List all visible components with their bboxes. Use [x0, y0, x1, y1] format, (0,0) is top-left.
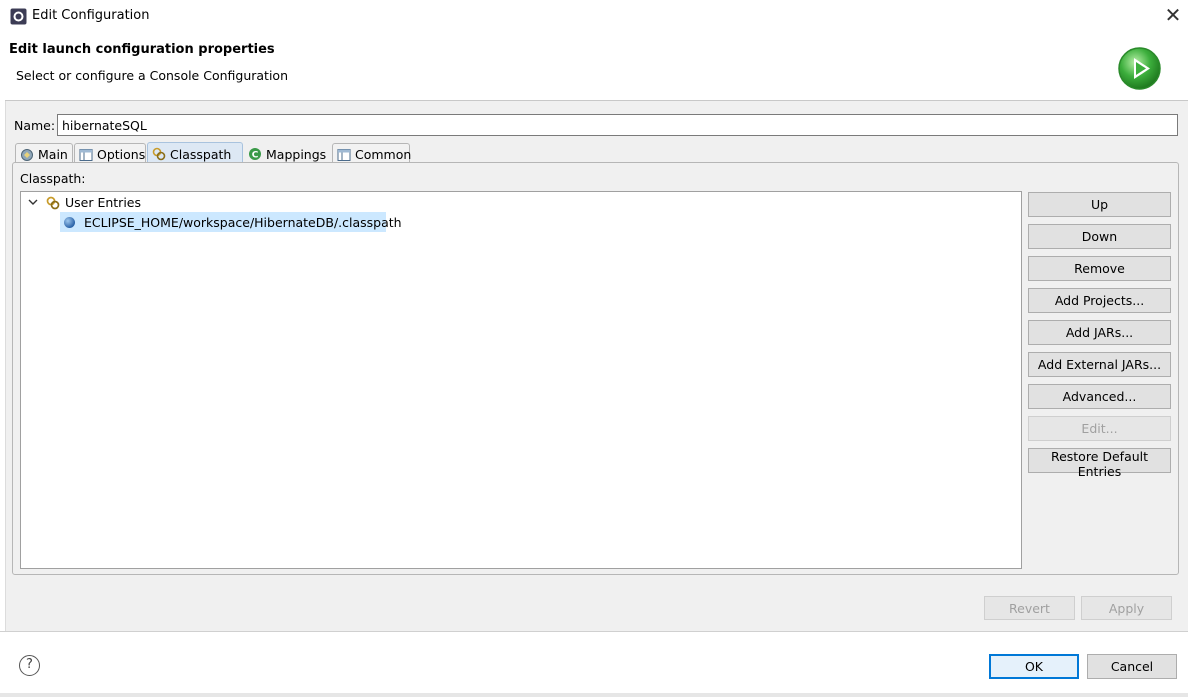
close-icon[interactable]: ✕ [1163, 5, 1183, 25]
tab-common[interactable]: Common [332, 143, 412, 163]
classpath-icon [152, 147, 166, 161]
tab-common-label: Common [355, 147, 412, 162]
tab-main-label: Main [38, 147, 68, 162]
classpath-tree[interactable] [20, 191, 1022, 569]
window-bottom-edge [0, 693, 1188, 697]
banner-title: Edit launch configuration properties [9, 42, 275, 57]
svg-text:C: C [252, 151, 259, 161]
classpath-label: Classpath: [20, 171, 86, 186]
name-input[interactable] [57, 114, 1178, 136]
main-tab-icon [21, 148, 33, 161]
chevron-down-icon[interactable] [27, 196, 39, 208]
bottom-separator [0, 631, 1188, 632]
down-button[interactable]: Down [1028, 224, 1171, 249]
tree-entry[interactable]: ECLIPSE_HOME/workspace/HibernateDB/.clas… [60, 212, 402, 232]
title-bar [0, 0, 1188, 33]
entry-icon [64, 216, 75, 228]
tab-mappings[interactable]: C Mappings [244, 143, 332, 163]
table-icon [337, 148, 351, 161]
tab-main[interactable]: Main [15, 143, 73, 163]
tab-options-label: Options [97, 147, 146, 162]
cancel-button[interactable]: Cancel [1087, 654, 1177, 679]
tree-entry-label: ECLIPSE_HOME/workspace/HibernateDB/.clas… [84, 214, 402, 230]
edit-button[interactable]: Edit... [1028, 416, 1171, 441]
banner-subtitle: Select or configure a Console Configurat… [16, 68, 288, 83]
add-jars-button[interactable]: Add JARs... [1028, 320, 1171, 345]
up-button[interactable]: Up [1028, 192, 1171, 217]
advanced-button[interactable]: Advanced... [1028, 384, 1171, 409]
table-icon [79, 148, 93, 161]
tab-options[interactable]: Options [74, 143, 146, 163]
tab-classpath-label: Classpath [170, 146, 232, 162]
window-title: Edit Configuration [32, 8, 150, 23]
user-entries-icon [46, 196, 60, 210]
revert-button[interactable]: Revert [984, 596, 1075, 620]
tab-classpath[interactable]: Classpath [147, 142, 243, 163]
eclipse-app-icon [10, 8, 27, 25]
name-label: Name: [14, 118, 56, 133]
help-icon[interactable]: ? [19, 655, 40, 676]
add-external-jars-button[interactable]: Add External JARs... [1028, 352, 1171, 377]
tab-mappings-label: Mappings [266, 146, 327, 162]
apply-button[interactable]: Apply [1081, 596, 1172, 620]
mappings-icon: C [249, 148, 261, 161]
restore-default-entries-button[interactable]: Restore Default Entries [1028, 448, 1171, 479]
run-icon [1118, 47, 1161, 90]
ok-button[interactable]: OK [989, 654, 1079, 679]
add-projects-button[interactable]: Add Projects... [1028, 288, 1171, 313]
tree-group-label[interactable]: User Entries [65, 195, 141, 210]
remove-button[interactable]: Remove [1028, 256, 1171, 281]
